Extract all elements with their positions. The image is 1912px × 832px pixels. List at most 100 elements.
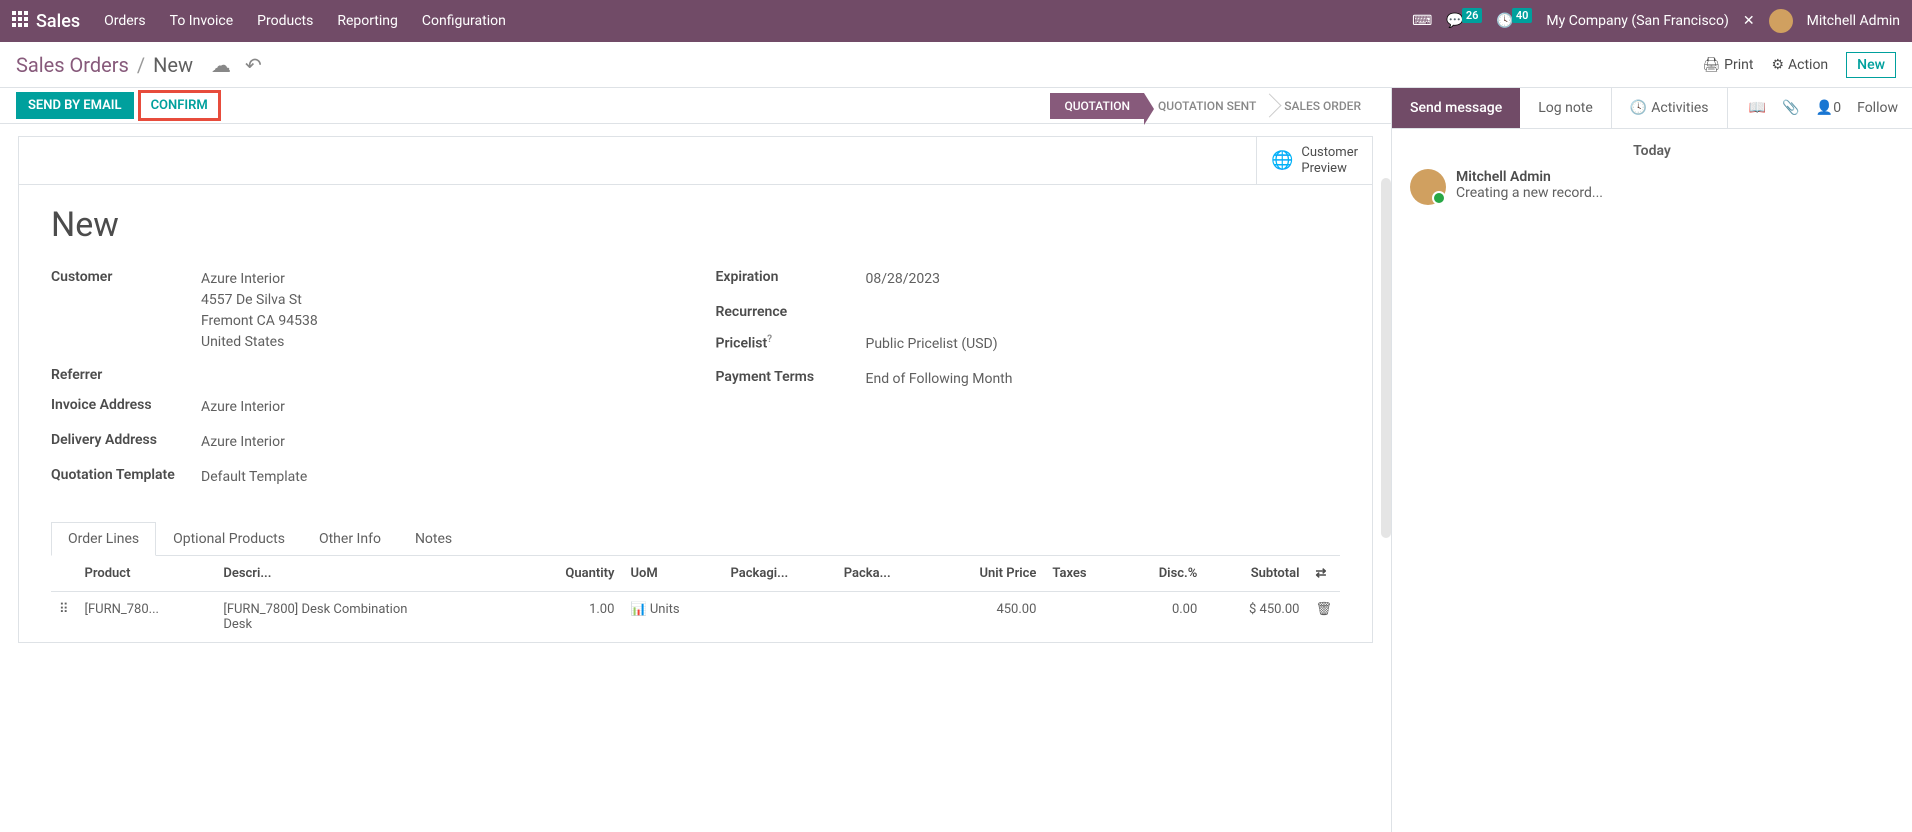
customer-value[interactable]: Azure Interior 4557 De Silva St Fremont … xyxy=(201,269,676,353)
breadcrumb: Sales Orders / New ☁ ↶ xyxy=(16,53,262,77)
shortcut-icon[interactable]: ⌨ xyxy=(1412,13,1432,29)
recurrence-value[interactable] xyxy=(866,304,1341,320)
cell-package[interactable] xyxy=(836,592,933,643)
delivery-address-value[interactable]: Azure Interior xyxy=(201,432,676,453)
stage-quotation-sent[interactable]: QUOTATION SENT xyxy=(1144,93,1270,119)
cell-uom[interactable]: 📊 Units xyxy=(622,592,722,643)
print-button[interactable]: 🖨Print xyxy=(1702,57,1753,73)
cell-description[interactable]: [FURN_7800] Desk Combination Desk xyxy=(215,592,522,643)
menu-reporting[interactable]: Reporting xyxy=(337,13,398,29)
quotation-template-label: Quotation Template xyxy=(51,467,201,488)
action-button[interactable]: ⚙Action xyxy=(1771,57,1828,73)
followers-button[interactable]: 👤0 xyxy=(1816,100,1841,116)
payment-terms-label: Payment Terms xyxy=(716,369,866,390)
message-author[interactable]: Mitchell Admin xyxy=(1456,169,1603,185)
chat-badge: 26 xyxy=(1462,8,1483,23)
expiration-value[interactable]: 08/28/2023 xyxy=(866,269,1341,290)
clock-icon[interactable]: 🕓40 xyxy=(1496,13,1532,29)
attachment-icon[interactable]: 📎 xyxy=(1782,100,1799,116)
col-description: Descri... xyxy=(215,556,522,592)
tab-notes[interactable]: Notes xyxy=(398,522,469,555)
scrollbar[interactable] xyxy=(1381,178,1391,538)
cell-unit-price[interactable]: 450.00 xyxy=(932,592,1044,643)
col-options-icon[interactable]: ⇄ xyxy=(1307,556,1340,592)
message-body: Creating a new record... xyxy=(1456,185,1603,201)
invoice-address-value[interactable]: Azure Interior xyxy=(201,397,676,418)
tab-other-info[interactable]: Other Info xyxy=(302,522,398,555)
log-note-button[interactable]: Log note xyxy=(1520,88,1611,128)
follow-button[interactable]: Follow xyxy=(1857,100,1898,116)
stage-sales-order[interactable]: SALES ORDER xyxy=(1270,93,1375,119)
app-name[interactable]: Sales xyxy=(36,11,80,32)
tools-icon[interactable]: ✕ xyxy=(1743,13,1755,29)
breadcrumb-current: New xyxy=(153,53,193,77)
stage-quotation[interactable]: QUOTATION xyxy=(1050,93,1144,119)
globe-icon: 🌐 xyxy=(1271,150,1293,171)
stage-indicator: QUOTATION QUOTATION SENT SALES ORDER xyxy=(1050,93,1375,119)
delivery-address-label: Delivery Address xyxy=(51,432,201,453)
menu-products[interactable]: Products xyxy=(257,13,313,29)
tab-optional-products[interactable]: Optional Products xyxy=(156,522,302,555)
delete-row-icon[interactable]: 🗑 xyxy=(1307,592,1340,643)
menu-configuration[interactable]: Configuration xyxy=(422,13,506,29)
menu-orders[interactable]: Orders xyxy=(104,13,146,29)
cloud-save-icon[interactable]: ☁ xyxy=(211,53,231,77)
cell-packaging[interactable] xyxy=(722,592,835,643)
confirm-button[interactable]: CONFIRM xyxy=(140,92,219,119)
breadcrumb-root[interactable]: Sales Orders xyxy=(16,53,129,77)
cell-taxes[interactable] xyxy=(1044,592,1121,643)
cell-quantity[interactable]: 1.00 xyxy=(523,592,623,643)
pricelist-value[interactable]: Public Pricelist (USD) xyxy=(866,334,1341,355)
table-row[interactable]: ⠿ [FURN_780... [FURN_7800] Desk Combinat… xyxy=(51,592,1340,643)
tabs: Order Lines Optional Products Other Info… xyxy=(51,522,1340,556)
breadcrumb-sep: / xyxy=(137,53,145,77)
discard-icon[interactable]: ↶ xyxy=(245,53,262,77)
invoice-address-label: Invoice Address xyxy=(51,397,201,418)
printer-icon: 🖨 xyxy=(1702,57,1720,73)
form-column: SEND BY EMAIL CONFIRM QUOTATION QUOTATIO… xyxy=(0,88,1392,832)
referrer-value[interactable] xyxy=(201,367,676,383)
referrer-label: Referrer xyxy=(51,367,201,383)
quotation-template-value[interactable]: Default Template xyxy=(201,467,676,488)
col-product: Product xyxy=(77,556,216,592)
username[interactable]: Mitchell Admin xyxy=(1807,13,1900,29)
send-message-button[interactable]: Send message xyxy=(1392,88,1520,128)
menu-to-invoice[interactable]: To Invoice xyxy=(170,13,234,29)
drag-handle-icon[interactable]: ⠿ xyxy=(51,592,77,643)
tab-order-lines[interactable]: Order Lines xyxy=(51,522,156,556)
chatter-column: Send message Log note 🕓Activities 📖 📎 👤0… xyxy=(1392,88,1912,832)
order-lines-table: Product Descri... Quantity UoM Packagi..… xyxy=(51,556,1340,642)
col-disc: Disc.% xyxy=(1121,556,1205,592)
col-uom: UoM xyxy=(622,556,722,592)
chatter-actions: Send message Log note 🕓Activities 📖 📎 👤0… xyxy=(1392,88,1912,129)
clock-badge: 40 xyxy=(1512,8,1533,23)
customer-preview-button[interactable]: 🌐 CustomerPreview xyxy=(1256,137,1372,184)
control-panel: Sales Orders / New ☁ ↶ 🖨Print ⚙Action Ne… xyxy=(0,42,1912,88)
col-quantity: Quantity xyxy=(523,556,623,592)
chatter-date-separator: Today xyxy=(1410,143,1894,159)
apps-icon[interactable] xyxy=(12,11,28,31)
new-button[interactable]: New xyxy=(1846,52,1896,78)
send-by-email-button[interactable]: SEND BY EMAIL xyxy=(16,92,134,119)
cell-disc[interactable]: 0.00 xyxy=(1121,592,1205,643)
payment-terms-value[interactable]: End of Following Month xyxy=(866,369,1341,390)
attachment-list-icon[interactable]: 📖 xyxy=(1749,100,1766,116)
clock-small-icon: 🕓 xyxy=(1630,100,1647,116)
cell-product[interactable]: [FURN_780... xyxy=(77,592,216,643)
record-title: New xyxy=(51,205,1340,245)
col-taxes: Taxes xyxy=(1044,556,1121,592)
col-packaging: Packagi... xyxy=(722,556,835,592)
col-package: Packa... xyxy=(836,556,933,592)
chat-icon[interactable]: 💬26 xyxy=(1446,13,1482,29)
activities-button[interactable]: 🕓Activities xyxy=(1611,88,1728,128)
help-icon[interactable]: ? xyxy=(767,334,772,345)
topbar: Sales Orders To Invoice Products Reporti… xyxy=(0,0,1912,42)
avatar[interactable] xyxy=(1769,9,1793,33)
col-subtotal: Subtotal xyxy=(1205,556,1307,592)
expiration-label: Expiration xyxy=(716,269,866,290)
company-selector[interactable]: My Company (San Francisco) xyxy=(1546,13,1728,29)
message-avatar[interactable] xyxy=(1410,169,1446,205)
status-bar: SEND BY EMAIL CONFIRM QUOTATION QUOTATIO… xyxy=(0,88,1391,124)
recurrence-label: Recurrence xyxy=(716,304,866,320)
form-sheet: 🌐 CustomerPreview New Customer Azure Int… xyxy=(18,136,1373,643)
